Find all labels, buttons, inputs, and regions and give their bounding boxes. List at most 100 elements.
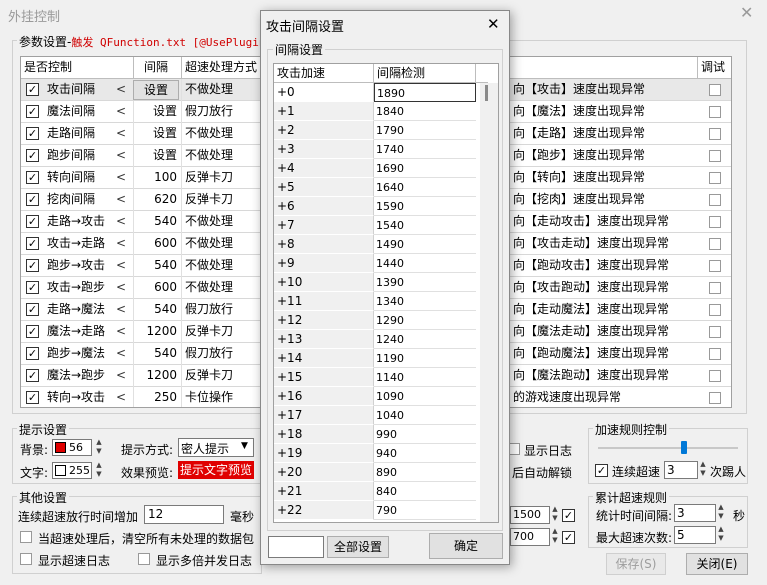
dialog-scroll-thumb[interactable] (485, 85, 488, 101)
kick-spin-down-icon[interactable]: ▼ (698, 470, 708, 477)
text-spin-down-icon[interactable]: ▼ (94, 471, 104, 478)
row-debug-checkbox[interactable] (709, 172, 721, 184)
interval-row[interactable]: +13 1240 (274, 330, 488, 349)
row-debug-checkbox[interactable] (709, 106, 721, 118)
row-mode[interactable]: 不做处理 (181, 211, 261, 233)
row-expand-icon[interactable]: < (116, 211, 128, 233)
kick-checkbox[interactable]: ✓ (595, 464, 608, 477)
row-mode[interactable]: 不做处理 (181, 79, 261, 101)
row-interval[interactable]: 540 (133, 211, 179, 233)
bg-spin-up-icon[interactable]: ▲ (94, 439, 104, 446)
row-mode[interactable]: 假刀放行 (181, 343, 261, 365)
interval-row-value[interactable]: 1840 (374, 102, 476, 121)
v700-spin-down-icon[interactable]: ▼ (550, 537, 560, 544)
bg-spin-down-icon[interactable]: ▼ (94, 448, 104, 455)
interval-row[interactable]: +21 840 (274, 482, 488, 501)
row-control-checkbox[interactable]: ✓ (26, 83, 39, 96)
dialog-ok-button[interactable]: 确定 (429, 533, 503, 559)
interval-row[interactable]: +7 1540 (274, 216, 488, 235)
row-debug-checkbox[interactable] (709, 84, 721, 96)
interval-row-value[interactable]: 1740 (374, 140, 476, 159)
row-debug-checkbox[interactable] (709, 128, 721, 140)
interval-row-value[interactable]: 990 (374, 425, 476, 444)
row-mode[interactable]: 反弹卡刀 (181, 365, 261, 387)
row-expand-icon[interactable]: < (116, 101, 128, 123)
row-control-checkbox[interactable]: ✓ (26, 127, 39, 140)
v700-checkbox[interactable]: ✓ (562, 531, 575, 544)
interval-row-value[interactable]: 1340 (374, 292, 476, 311)
concurrency-log-checkbox[interactable] (138, 553, 150, 565)
interval-row[interactable]: +5 1640 (274, 178, 488, 197)
row-control-checkbox[interactable]: ✓ (26, 369, 39, 382)
save-button[interactable]: 保存(S) (606, 553, 666, 575)
interval-row[interactable]: +20 890 (274, 463, 488, 482)
row-debug-checkbox[interactable] (709, 392, 721, 404)
interval-row-value[interactable]: 1240 (374, 330, 476, 349)
interval-row[interactable]: +11 1340 (274, 292, 488, 311)
row-expand-icon[interactable]: < (116, 343, 128, 365)
dialog-grid-vscrollbar[interactable] (480, 83, 498, 522)
text-spin-up-icon[interactable]: ▲ (94, 462, 104, 469)
row-debug-checkbox[interactable] (709, 326, 721, 338)
row-control-checkbox[interactable]: ✓ (26, 347, 39, 360)
interval-row[interactable]: +15 1140 (274, 368, 488, 387)
row-expand-icon[interactable]: < (116, 299, 128, 321)
row-control-checkbox[interactable]: ✓ (26, 215, 39, 228)
interval-row-value[interactable]: 1290 (374, 311, 476, 330)
v1500-spin-up-icon[interactable]: ▲ (550, 506, 560, 513)
value-700-input[interactable]: 700 (510, 528, 550, 546)
row-debug-checkbox[interactable] (709, 194, 721, 206)
kick-input[interactable]: 3 (664, 461, 698, 479)
interval-row[interactable]: +12 1290 (274, 311, 488, 330)
v700-spin-up-icon[interactable]: ▲ (550, 528, 560, 535)
row-interval[interactable]: 620 (133, 189, 179, 211)
max-spin-up-icon[interactable]: ▲ (716, 526, 726, 533)
add-time-input[interactable]: 12 (144, 505, 224, 524)
row-mode[interactable]: 假刀放行 (181, 299, 261, 321)
row-expand-icon[interactable]: < (116, 79, 128, 101)
bg-color-field[interactable]: 56 (52, 439, 92, 456)
row-debug-checkbox[interactable] (709, 348, 721, 360)
interval-row-value[interactable]: 940 (374, 444, 476, 463)
row-interval[interactable]: 100 (133, 167, 179, 189)
row-debug-checkbox[interactable] (709, 304, 721, 316)
value-1500-input[interactable]: 1500 (510, 506, 550, 524)
row-mode[interactable]: 不做处理 (181, 233, 261, 255)
time-input[interactable]: 3 (674, 504, 716, 522)
interval-row[interactable]: +17 1040 (274, 406, 488, 425)
row-interval[interactable]: 540 (133, 255, 179, 277)
accel-slider-handle[interactable] (681, 441, 687, 454)
interval-row[interactable]: +6 1590 (274, 197, 488, 216)
interval-row-value[interactable]: 790 (374, 501, 476, 520)
row-interval[interactable]: 250 (133, 387, 179, 407)
row-control-checkbox[interactable]: ✓ (26, 193, 39, 206)
row-control-checkbox[interactable]: ✓ (26, 281, 39, 294)
row-mode[interactable]: 反弹卡刀 (181, 321, 261, 343)
interval-row-value[interactable]: 890 (374, 463, 476, 482)
v1500-spin-down-icon[interactable]: ▼ (550, 515, 560, 522)
interval-row-value[interactable]: 1540 (374, 216, 476, 235)
interval-row-value[interactable]: 840 (374, 482, 476, 501)
interval-row[interactable]: +8 1490 (274, 235, 488, 254)
interval-row-value[interactable]: 1590 (374, 197, 476, 216)
dialog-close-icon[interactable]: ✕ (487, 15, 500, 33)
interval-row[interactable]: +1 1840 (274, 102, 488, 121)
row-interval[interactable]: 设置 (133, 101, 179, 123)
row-expand-icon[interactable]: < (116, 277, 128, 299)
max-spin-down-icon[interactable]: ▼ (716, 535, 726, 542)
clear-packets-checkbox[interactable] (20, 531, 32, 543)
dialog-all-input[interactable] (268, 536, 324, 558)
interval-row[interactable]: +3 1740 (274, 140, 488, 159)
interval-row[interactable]: +18 990 (274, 425, 488, 444)
row-expand-icon[interactable]: < (116, 145, 128, 167)
row-control-checkbox[interactable]: ✓ (26, 303, 39, 316)
interval-row[interactable]: +22 790 (274, 501, 488, 520)
interval-row-value[interactable]: 1440 (374, 254, 476, 273)
interval-row-value[interactable]: 1090 (374, 387, 476, 406)
interval-row[interactable]: +9 1440 (274, 254, 488, 273)
row-expand-icon[interactable]: < (116, 123, 128, 145)
row-control-checkbox[interactable]: ✓ (26, 237, 39, 250)
row-expand-icon[interactable]: < (116, 255, 128, 277)
mode-select[interactable]: 密人提示 ▼ (178, 438, 254, 457)
interval-row-value[interactable]: 1190 (374, 349, 476, 368)
